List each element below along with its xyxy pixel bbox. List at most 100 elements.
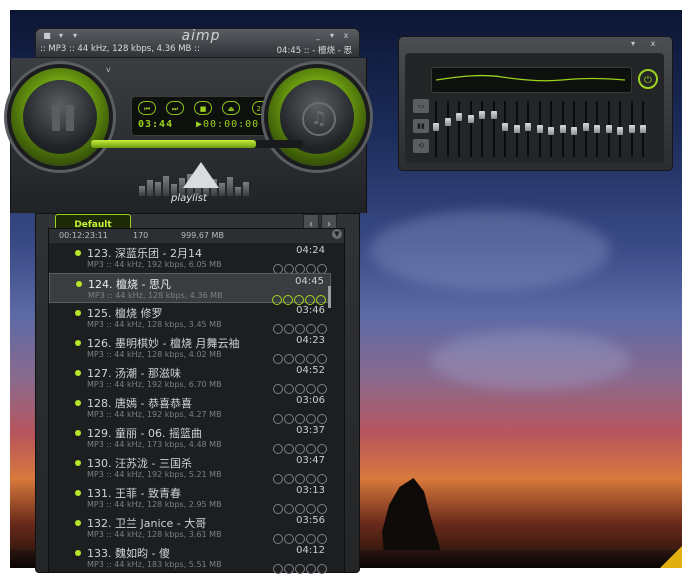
track-rating[interactable] [272,499,327,514]
titlebar-dropdown-button[interactable]: ▾ [54,31,68,41]
previous-track-button[interactable]: ⏮ [138,101,156,115]
eq-band-slider[interactable] [548,101,554,157]
aimp-player: ■ ▾ ▾ aimp _ ▾ x :: MP3 :: 44 kHz, 128 k… [10,28,367,574]
stop-button[interactable]: ■ [194,101,212,115]
track-rating[interactable] [272,409,327,424]
elapsed-time: 03:44 [138,119,174,130]
track-row[interactable]: 129. 童丽 - 06. 摇篮曲 03:37 MP3 :: 44 kHz, 173… [49,423,331,454]
track-duration: 03:06 [296,395,325,406]
eq-band-slider[interactable] [502,101,508,157]
track-rating[interactable] [272,559,327,574]
playlist-toggle[interactable]: playlist [161,162,241,212]
track-meta: MP3 :: 44 kHz, 192 kbps, 5.21 MB [87,470,222,479]
track-duration: 04:23 [296,335,325,346]
track-row[interactable]: 133. 魏如昀 - 傻 04:12 MP3 :: 44 kHz, 183 kbps… [49,543,331,574]
eq-band-slider[interactable] [640,101,646,157]
track-row[interactable]: 128. 唐嫣 - 恭喜恭喜 03:06 MP3 :: 44 kHz, 192 kb… [49,393,331,424]
track-rating[interactable] [272,469,327,484]
track-list: 00:12:23:11 170 999.67 MB ▼ 123. 深蓝乐团 - … [48,228,345,574]
track-bullet-icon [75,460,81,466]
volume-knob[interactable]: ♫ [268,68,366,166]
track-bullet-icon [75,490,81,496]
track-row[interactable]: 132. 卫兰 Janice - 大哥 03:56 MP3 :: 44 kHz, 1… [49,513,331,544]
playlist-scrollbar[interactable] [328,286,331,308]
track-bullet-icon [75,520,81,526]
track-duration: 03:37 [296,425,325,436]
aimp-logo: aimp [181,28,221,44]
track-rating[interactable] [272,529,327,544]
track-row[interactable]: 130. 汪苏泷 - 三国杀 03:47MP3 :: 44 kHz, 192 kb… [49,453,331,484]
aimp-arrow-icon [183,162,219,188]
track-row[interactable]: 131. 王菲 - 致青春 03:13 MP3 :: 44 kHz, 128 kbp… [49,483,331,514]
track-meta: MP3 :: 44 kHz, 128 kbps, 2.95 MB [87,500,222,509]
track-row[interactable]: 126. 墨明棋妙 - 檀烧 月舞云袖 04:23 MP3 :: 44 kHz, 1… [49,333,331,364]
track-bullet-icon [76,281,82,287]
eq-band-slider[interactable] [513,101,520,157]
total-size: 999.67 MB [181,231,224,240]
track-meta: MP3 :: 44 kHz, 192 kbps, 6.70 MB [87,380,222,389]
pause-icon [52,105,76,131]
eq-band-slider[interactable] [444,101,451,157]
track-duration: 04:24 [296,245,325,256]
track-rating[interactable] [272,439,327,454]
spectrum-bar [243,182,249,196]
eq-band-slider[interactable] [582,101,589,157]
track-title: 127. 汤潮 - 那滋味 [87,367,181,380]
eq-band-slider[interactable] [605,101,612,157]
track-row[interactable]: 127. 汤潮 - 那滋味 04:52MP3 :: 44 kHz, 192 kbp… [49,363,331,394]
minimize-button[interactable]: _ [311,31,325,41]
next-track-button[interactable]: ⏭ [166,101,184,115]
titlebar-menu-button[interactable]: ■ [40,31,54,41]
track-row[interactable]: 123. 深蓝乐团 - 2月14 04:24 MP3 :: 44 kHz, 192 … [49,243,331,274]
track-duration: 03:13 [296,485,325,496]
scroll-down-icon[interactable]: ▼ [332,229,342,239]
eject-button[interactable]: ⏏ [222,101,240,115]
eq-band-slider[interactable] [467,101,474,157]
eq-power-button[interactable]: ⏻ [638,69,658,89]
track-bullet-icon [75,370,81,376]
eq-band-slider[interactable] [571,101,577,157]
track-info-marquee: :: MP3 :: 44 kHz, 128 kbps, 4.36 MB :: 0… [40,44,356,56]
track-duration: 03:47 [296,455,325,466]
player-titlebar[interactable]: ■ ▾ ▾ aimp _ ▾ x :: MP3 :: 44 kHz, 128 k… [35,28,360,58]
eq-band-slider[interactable] [525,101,531,157]
track-rating[interactable] [272,259,327,274]
eq-band-slider[interactable] [617,101,623,157]
eq-band-slider[interactable] [594,101,600,157]
corner-flag [660,546,682,568]
eq-band-slider[interactable] [628,101,635,157]
track-rating[interactable] [272,379,327,394]
eq-band-slider[interactable] [536,101,543,157]
eq-band-slider[interactable] [456,101,462,157]
eq-band-slider[interactable] [490,101,497,157]
eq-bars-icon[interactable]: ▮▮ [413,119,429,133]
track-row[interactable]: 124. 檀烧 - 思凡 04:45 MP3 :: 44 kHz, 128 kbps… [49,273,331,305]
spectrum-bar [139,186,145,196]
track-rating[interactable] [272,319,327,334]
equalizer-window: ▾ x ⏻ ▭ ▮▮ ⟲ [398,36,673,171]
titlebar-options-button[interactable]: ▾ [68,31,82,41]
eq-band-slider[interactable] [479,101,485,157]
eq-band-slider[interactable] [433,101,439,157]
eq-rollup-button[interactable]: ▾ [627,39,639,49]
track-title: 126. 墨明棋妙 - 檀烧 月舞云袖 [87,337,240,350]
counter-display: ▶00:00:00 [196,119,260,130]
seek-bar[interactable] [91,140,303,148]
marquee-left: :: MP3 :: 44 kHz, 128 kbps, 4.36 MB :: [40,44,200,54]
track-row[interactable]: 125. 檀烧 修罗 03:46 MP3 :: 44 kHz, 128 kbps, … [49,303,331,334]
close-button[interactable]: x [339,31,353,41]
track-rating[interactable] [272,349,327,364]
eq-band-slider[interactable] [559,101,566,157]
roll-up-button[interactable]: ▾ [325,31,339,41]
eq-close-button[interactable]: x [647,39,659,49]
seek-bar-fill [91,140,257,148]
track-title: 130. 汪苏泷 - 三国杀 [87,457,192,470]
track-rating[interactable] [271,290,326,305]
track-duration: 04:52 [296,365,325,376]
track-duration: 04:12 [296,545,325,556]
track-bullet-icon [75,340,81,346]
eq-presets-icon[interactable]: ▭ [413,99,429,113]
play-pause-button[interactable] [11,68,109,166]
playlist-summary: 00:12:23:11 170 999.67 MB ▼ [49,229,344,243]
eq-reset-icon[interactable]: ⟲ [413,139,429,153]
